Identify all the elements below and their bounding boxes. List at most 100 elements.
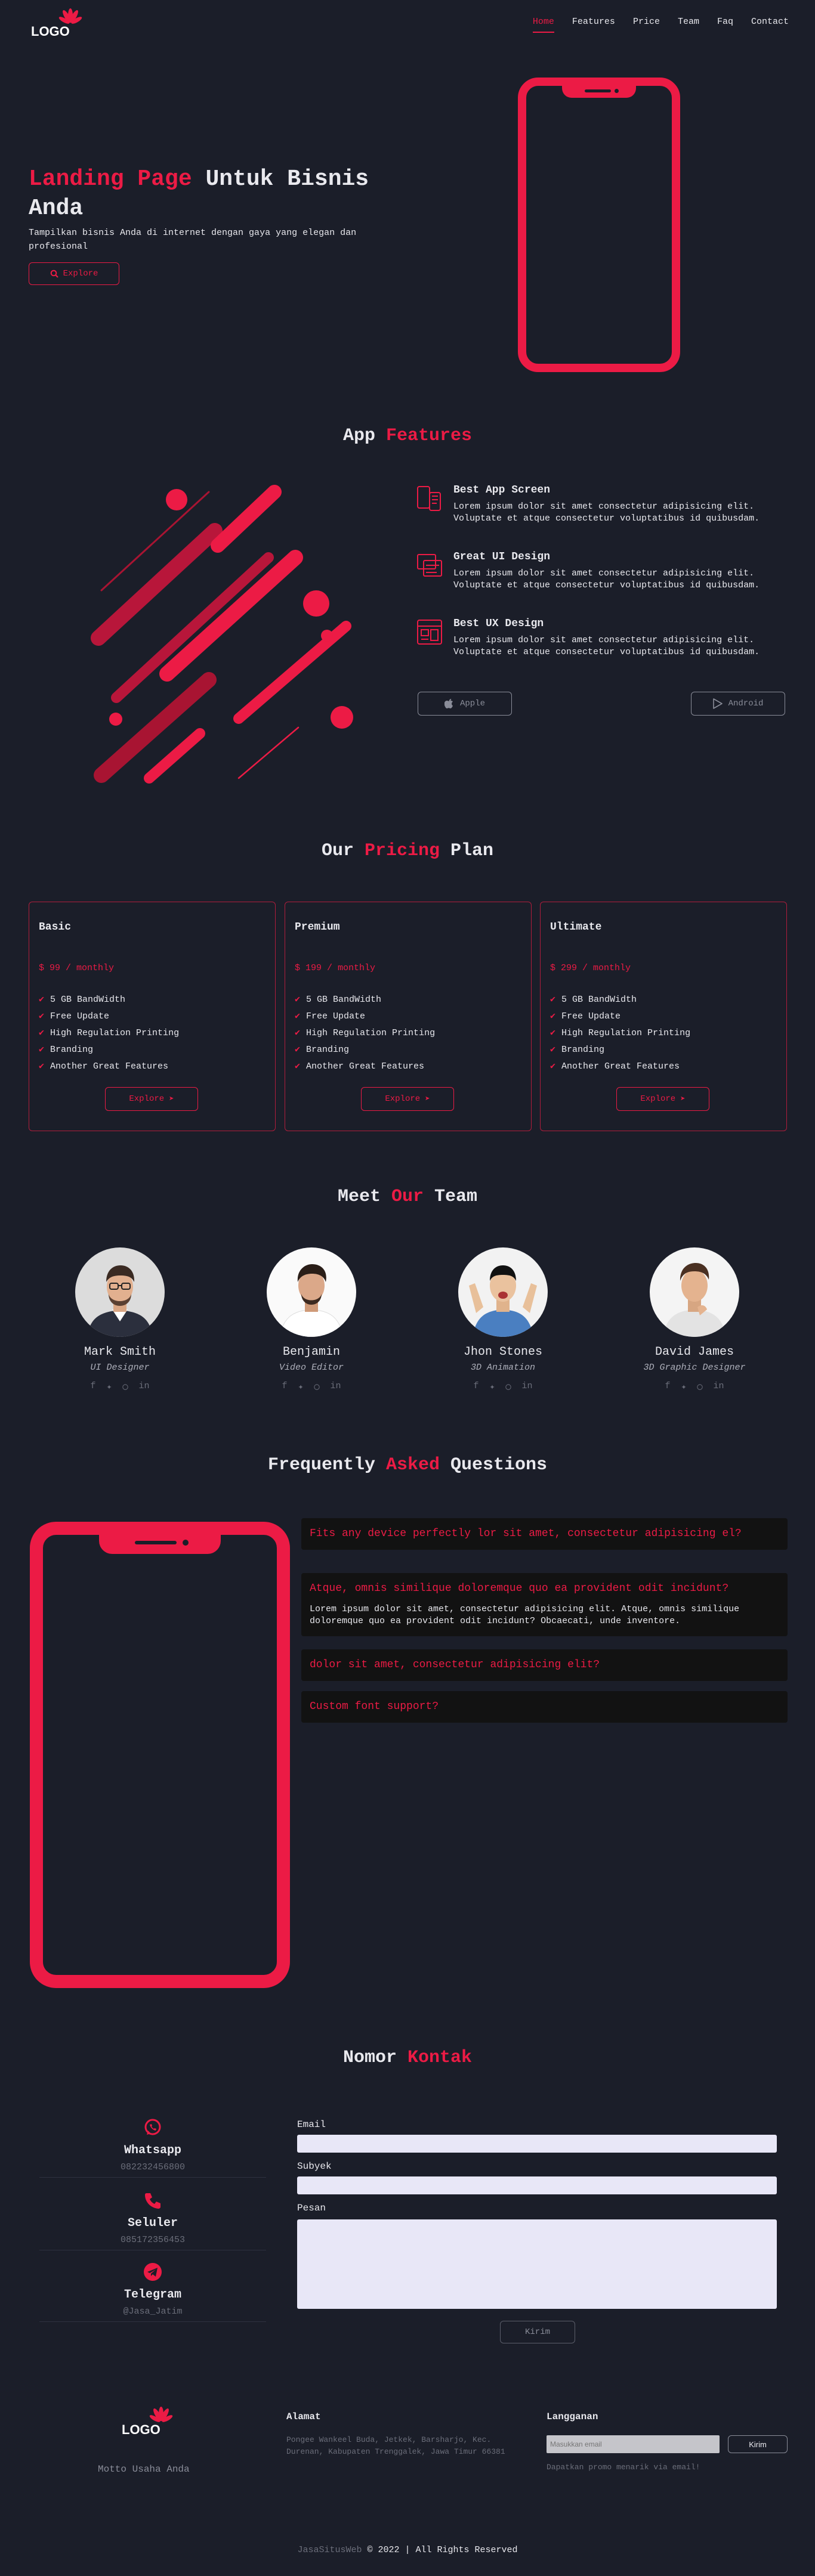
feature-text: Lorem ipsum dolor sit amet consectetur a… bbox=[453, 568, 760, 590]
footer-logo[interactable]: LOGO bbox=[119, 2404, 179, 2440]
instagram-icon[interactable]: ◯ bbox=[506, 1381, 511, 1392]
plan-feature: Another Great Features bbox=[550, 1058, 690, 1075]
linkedin-icon[interactable]: in bbox=[522, 1381, 533, 1392]
plan-feature: High Regulation Printing bbox=[550, 1025, 690, 1042]
linkedin-icon[interactable]: in bbox=[139, 1381, 150, 1392]
subscribe-email-input[interactable] bbox=[547, 2435, 720, 2453]
faq-item[interactable]: dolor sit amet, consectetur adipisicing … bbox=[301, 1649, 788, 1682]
address-text: Pongee Wankeel Buda, Jetkek, Barsharjo, … bbox=[286, 2435, 505, 2457]
android-store-button[interactable]: Android bbox=[691, 692, 785, 716]
twitter-icon[interactable]: ✦ bbox=[489, 1381, 495, 1392]
feature-title: Best UX Design bbox=[453, 618, 544, 630]
plan-feature: 5 GB BandWidth bbox=[295, 992, 435, 1008]
subject-field[interactable] bbox=[297, 2176, 777, 2194]
facebook-icon[interactable]: f bbox=[473, 1381, 478, 1392]
contact-label: Seluler bbox=[127, 2216, 178, 2230]
hero-phone-mockup bbox=[518, 78, 680, 372]
faq-item-open[interactable]: Atque, omnis similique doloremque quo ea… bbox=[301, 1573, 788, 1636]
twitter-icon[interactable]: ✦ bbox=[681, 1381, 686, 1392]
contact-telegram[interactable]: Telegram @Jasa_Jatim bbox=[39, 2262, 266, 2322]
plan-name: Basic bbox=[39, 921, 72, 933]
contact-value: 082232456800 bbox=[120, 2162, 186, 2172]
plan-price: $ 299 / monthly bbox=[550, 963, 631, 973]
logo[interactable]: LOGO bbox=[29, 6, 88, 42]
submit-label: Kirim bbox=[524, 2327, 550, 2337]
faq-question: Atque, omnis similique doloremque quo ea… bbox=[310, 1583, 729, 1594]
message-field[interactable] bbox=[297, 2219, 777, 2309]
nav-team[interactable]: Team bbox=[678, 17, 699, 33]
ui-layout-icon bbox=[417, 554, 442, 577]
subscribe-send-button[interactable]: Kirim bbox=[728, 2435, 788, 2453]
facebook-icon[interactable]: f bbox=[90, 1381, 95, 1392]
faq-question: Custom font support? bbox=[310, 1701, 439, 1713]
team-title: Meet Our Team bbox=[337, 1187, 478, 1207]
telegram-icon bbox=[144, 2263, 162, 2281]
phone-notch bbox=[562, 85, 636, 98]
nav-features[interactable]: Features bbox=[572, 17, 615, 33]
arrow-circle-icon: ➤ bbox=[169, 1094, 174, 1104]
instagram-icon[interactable]: ◯ bbox=[697, 1381, 703, 1392]
facebook-icon[interactable]: f bbox=[665, 1381, 670, 1392]
feature-text: Lorem ipsum dolor sit amet consectetur a… bbox=[453, 635, 760, 657]
avatar bbox=[75, 1247, 165, 1337]
plan-price: $ 99 / monthly bbox=[39, 963, 115, 973]
arrow-circle-icon: ➤ bbox=[425, 1094, 430, 1104]
apple-store-button[interactable]: Apple bbox=[418, 692, 512, 716]
avatar bbox=[650, 1247, 739, 1337]
linkedin-icon[interactable]: in bbox=[331, 1381, 341, 1392]
footer-motto: Motto Usaha Anda bbox=[98, 2464, 190, 2475]
facebook-icon[interactable]: f bbox=[282, 1381, 287, 1392]
contact-value: 085172356453 bbox=[120, 2235, 186, 2245]
nav-contact[interactable]: Contact bbox=[751, 17, 789, 33]
team-member: David James 3D Graphic Designer f ✦ ◯ in bbox=[605, 1247, 784, 1392]
plan-features: 5 GB BandWidth Free Update High Regulati… bbox=[39, 992, 179, 1075]
hero-explore-button[interactable]: Explore bbox=[29, 262, 119, 285]
feature-title: Great UI Design bbox=[453, 551, 551, 563]
submit-button[interactable]: Kirim bbox=[500, 2321, 575, 2343]
twitter-icon[interactable]: ✦ bbox=[298, 1381, 303, 1392]
address-title: Alamat bbox=[286, 2411, 321, 2422]
plan-feature: High Regulation Printing bbox=[295, 1025, 435, 1042]
faq-question: Fits any device perfectly lor sit amet, … bbox=[310, 1528, 742, 1540]
plan-explore-button[interactable]: Explore ➤ bbox=[105, 1087, 198, 1111]
member-name: Mark Smith bbox=[84, 1345, 156, 1359]
linkedin-icon[interactable]: in bbox=[714, 1381, 724, 1392]
footer-logo-text: LOGO bbox=[122, 2422, 160, 2437]
phone-notch bbox=[99, 1532, 221, 1554]
apple-label: Apple bbox=[459, 699, 485, 708]
nav-home[interactable]: Home bbox=[532, 17, 554, 33]
plan-feature: Another Great Features bbox=[295, 1058, 435, 1075]
faq-title: Frequently Asked Questions bbox=[267, 1455, 548, 1475]
plan-features: 5 GB BandWidth Free Update High Regulati… bbox=[295, 992, 435, 1075]
plan-feature: Branding bbox=[295, 1042, 435, 1058]
twitter-icon[interactable]: ✦ bbox=[106, 1381, 112, 1392]
plan-feature: Free Update bbox=[39, 1008, 179, 1025]
subscribe-title: Langganan bbox=[547, 2411, 598, 2422]
instagram-icon[interactable]: ◯ bbox=[123, 1381, 128, 1392]
faq-answer: Lorem ipsum dolor sit amet, consectetur … bbox=[310, 1604, 740, 1627]
brand-link[interactable]: JasaSitusWeb bbox=[297, 2545, 362, 2555]
contact-seluler[interactable]: Seluler 085172356453 bbox=[39, 2191, 266, 2250]
plan-feature: 5 GB BandWidth bbox=[39, 992, 179, 1008]
plan-explore-button[interactable]: Explore ➤ bbox=[361, 1087, 454, 1111]
social-links: f ✦ ◯ in bbox=[30, 1381, 209, 1392]
faq-item[interactable]: Custom font support? bbox=[301, 1691, 788, 1723]
plan-name: Ultimate bbox=[550, 921, 602, 933]
contact-whatsapp[interactable]: Whatsapp 082232456800 bbox=[39, 2118, 266, 2178]
nav-faq[interactable]: Faq bbox=[717, 17, 733, 33]
copyright: JasaSitusWeb © 2022 | All Rights Reserve… bbox=[0, 2545, 815, 2555]
plan-feature: Another Great Features bbox=[39, 1058, 179, 1075]
avatar bbox=[267, 1247, 356, 1337]
feature-item: Best App Screen Lorem ipsum dolor sit ame… bbox=[415, 484, 791, 524]
plan-explore-button[interactable]: Explore ➤ bbox=[616, 1087, 709, 1111]
faq-question: dolor sit amet, consectetur adipisicing … bbox=[310, 1659, 600, 1671]
faq-item[interactable]: Fits any device perfectly lor sit amet, … bbox=[301, 1518, 788, 1550]
instagram-icon[interactable]: ◯ bbox=[314, 1381, 320, 1392]
hero-title-rest: Untuk Bisnis bbox=[192, 166, 369, 192]
contact-value: @Jasa_Jatim bbox=[123, 2306, 183, 2317]
email-field[interactable] bbox=[297, 2135, 777, 2153]
social-links: f ✦ ◯ in bbox=[605, 1381, 784, 1392]
plan-feature: Free Update bbox=[550, 1008, 690, 1025]
nav-price[interactable]: Price bbox=[633, 17, 660, 33]
faq-phone-mockup bbox=[30, 1522, 290, 1988]
